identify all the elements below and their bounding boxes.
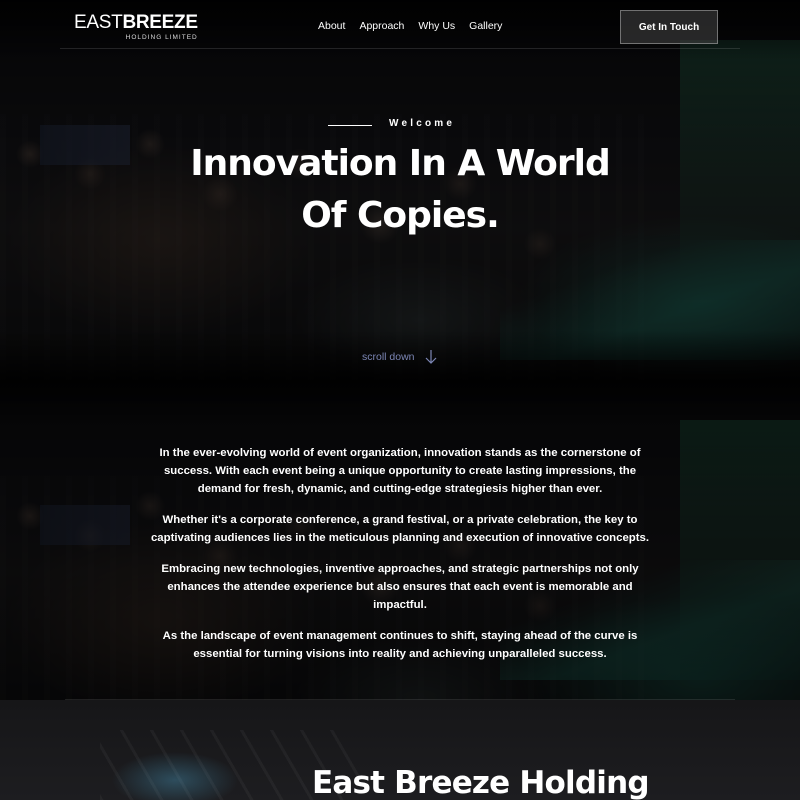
scroll-down-link[interactable]: scroll down — [362, 349, 437, 365]
arrow-down-icon — [425, 349, 437, 365]
intro-paragraph: As the landscape of event management con… — [162, 630, 638, 660]
intro-paragraph: Embracing new technologies, inventive ap… — [161, 563, 639, 611]
site-header: EASTBREEZE HOLDING LIMITED About Approac… — [0, 0, 800, 50]
intro-paragraph: In the ever-evolving world of event orga… — [159, 447, 641, 495]
brand-name-part2: BREEZE — [122, 12, 198, 33]
eyebrow-line — [328, 125, 372, 126]
intro-paragraph: Whether it's a corporate conference, a g… — [150, 514, 650, 544]
hero-title: Innovation In A World Of Copies. — [0, 138, 800, 242]
main-nav: About Approach Why Us Gallery — [318, 20, 502, 32]
nav-item-gallery[interactable]: Gallery — [469, 20, 502, 32]
brand-logo[interactable]: EASTBREEZE HOLDING LIMITED — [74, 13, 198, 42]
hero-title-line2: Of Copies. — [301, 195, 500, 236]
section2-title: East Breeze Holding — [312, 765, 650, 800]
get-in-touch-button[interactable]: Get In Touch — [620, 10, 718, 44]
nav-item-about[interactable]: About — [318, 20, 345, 32]
brand-name-part1: EAST — [74, 12, 123, 33]
hero-eyebrow-row: Welcome — [0, 118, 800, 132]
hero-eyebrow: Welcome — [389, 118, 456, 129]
nav-item-why-us[interactable]: Why Us — [418, 20, 455, 32]
header-divider — [60, 48, 740, 49]
hero-title-line1: Innovation In A World — [190, 143, 611, 184]
nav-item-approach[interactable]: Approach — [359, 20, 404, 32]
brand-tagline: HOLDING LIMITED — [125, 34, 198, 41]
intro-text: In the ever-evolving world of event orga… — [144, 444, 656, 676]
scroll-down-label: scroll down — [362, 351, 415, 363]
section-divider — [65, 699, 735, 700]
brand-name: EASTBREEZE — [74, 13, 198, 33]
